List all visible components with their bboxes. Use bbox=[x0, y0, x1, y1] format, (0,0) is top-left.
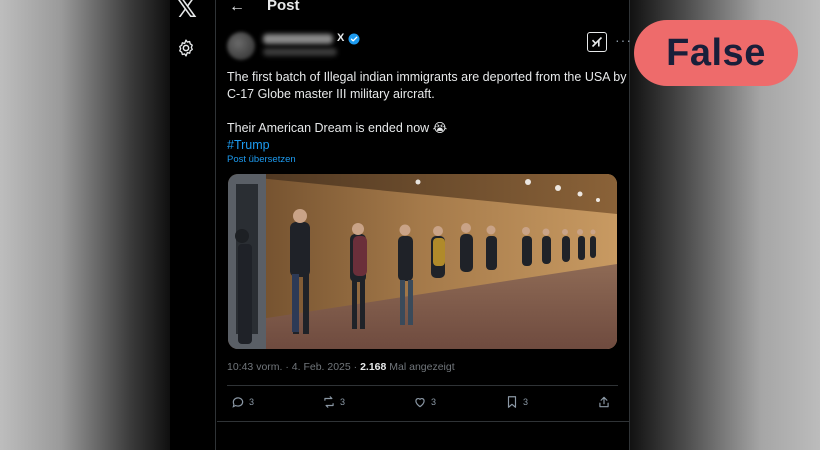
post-timestamp[interactable]: 10:43 vorm. · 4. Feb. 2025 · bbox=[227, 361, 360, 373]
view-count: 2.168 bbox=[360, 361, 387, 373]
bookmark-icon bbox=[507, 396, 517, 408]
avatar[interactable] bbox=[227, 32, 255, 60]
like-count: 3 bbox=[431, 397, 437, 407]
blurred-backdrop-left bbox=[0, 0, 175, 450]
tweet-text: The first batch of Illegal indian immigr… bbox=[227, 69, 627, 154]
author-row: X ··· bbox=[227, 30, 631, 62]
x-app-window: 𝕏 ← Post X ··· The first batch of Illega… bbox=[170, 0, 631, 450]
verified-badge-icon bbox=[348, 33, 360, 45]
deportees-in-corridor-image bbox=[228, 174, 617, 349]
tweet-line-3: Their American Dream is ended now 😭 bbox=[227, 121, 448, 135]
back-arrow-icon[interactable]: ← bbox=[229, 0, 245, 16]
bookmark-count: 3 bbox=[523, 397, 529, 407]
share-button[interactable] bbox=[597, 393, 611, 411]
post-header: ← Post bbox=[217, 0, 629, 18]
repost-button[interactable]: 3 bbox=[322, 393, 345, 411]
page-title: Post bbox=[267, 0, 300, 14]
author-handle-redacted[interactable] bbox=[263, 48, 337, 56]
gear-icon[interactable] bbox=[176, 38, 196, 58]
view-count-label: Mal angezeigt bbox=[386, 361, 455, 373]
reply-button[interactable]: 3 bbox=[231, 393, 254, 411]
divider bbox=[217, 421, 630, 422]
repost-icon bbox=[324, 396, 334, 408]
bookmark-button[interactable]: 3 bbox=[505, 393, 528, 411]
grok-icon[interactable] bbox=[587, 32, 607, 52]
translate-link[interactable]: Post übersetzen bbox=[227, 154, 296, 165]
post-column: ← Post X ··· The first batch of Illegal … bbox=[217, 0, 631, 450]
tweet-photo[interactable] bbox=[228, 174, 617, 349]
divider bbox=[227, 385, 618, 386]
post-meta: 10:43 vorm. · 4. Feb. 2025 · 2.168 Mal a… bbox=[227, 361, 455, 373]
heart-icon bbox=[415, 398, 425, 408]
x-affiliate-badge: X bbox=[337, 32, 345, 44]
action-bar: 3 3 3 3 bbox=[227, 393, 618, 411]
more-options-icon[interactable]: ··· bbox=[615, 32, 632, 48]
share-icon bbox=[599, 396, 609, 408]
hashtag-link[interactable]: #Trump bbox=[227, 137, 627, 154]
tweet-line-1: The first batch of Illegal indian immigr… bbox=[227, 70, 627, 84]
author-name-redacted[interactable] bbox=[263, 34, 333, 44]
x-logo-icon[interactable]: 𝕏 bbox=[176, 0, 197, 24]
reply-icon bbox=[232, 397, 244, 408]
fact-check-verdict-badge: False bbox=[634, 20, 798, 86]
repost-count: 3 bbox=[340, 397, 346, 407]
like-button[interactable]: 3 bbox=[413, 393, 436, 411]
reply-count: 3 bbox=[249, 397, 255, 407]
nav-rail: 𝕏 bbox=[170, 0, 216, 450]
tweet-line-2: C-17 Globe master III military aircraft. bbox=[227, 87, 435, 101]
